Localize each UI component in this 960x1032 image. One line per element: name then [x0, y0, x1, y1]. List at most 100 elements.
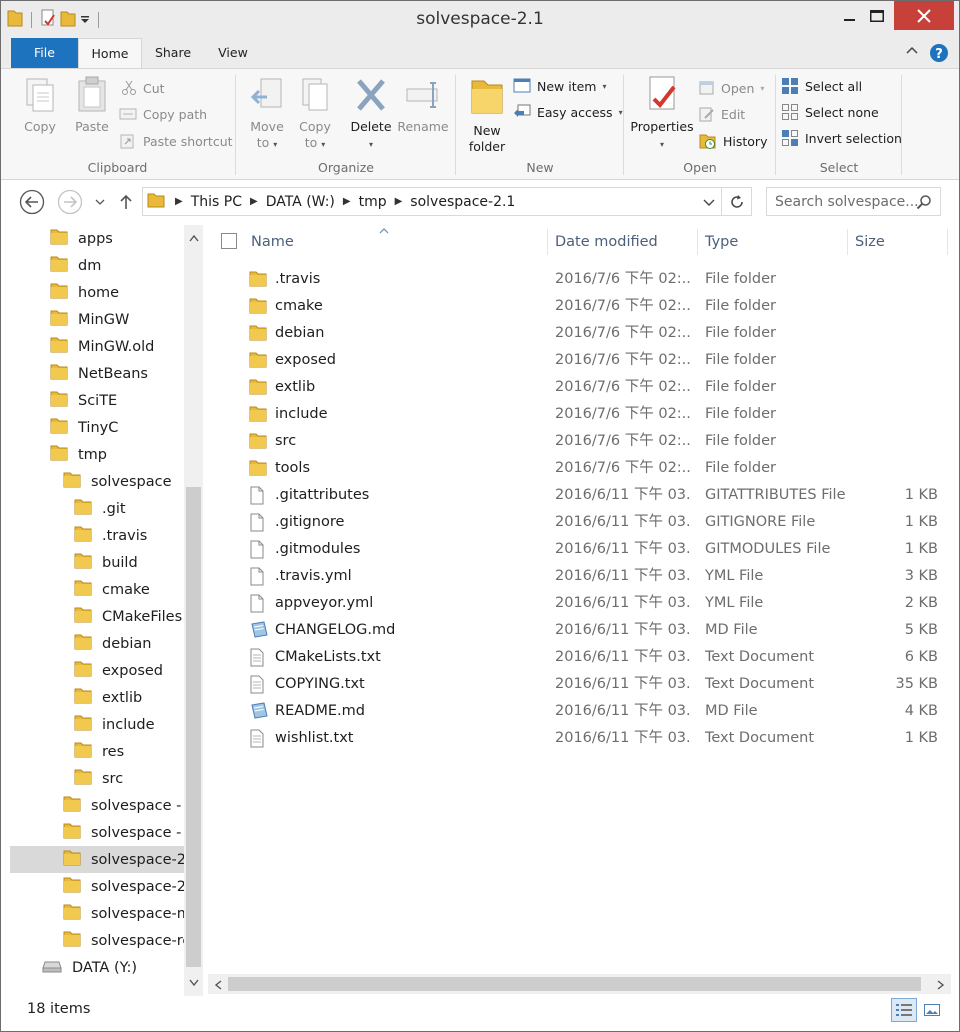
scroll-left-icon[interactable] — [214, 979, 222, 994]
tree-item[interactable]: TinyC — [10, 414, 184, 441]
column-header-name[interactable]: Name — [251, 225, 294, 259]
tree-item[interactable]: debian — [10, 630, 184, 657]
column-divider[interactable] — [697, 229, 698, 255]
breadcrumb-this-pc[interactable]: This PC — [185, 194, 248, 210]
file-row[interactable]: appveyor.yml 2016/6/11 下午 03... YML File 2 … — [211, 590, 951, 617]
tab-home[interactable]: Home — [78, 38, 142, 69]
refresh-button[interactable] — [722, 187, 752, 216]
file-row[interactable]: src 2016/7/6 下午 02:... File folder — [211, 428, 951, 455]
tree-item[interactable]: exposed — [10, 657, 184, 684]
paste-shortcut-button[interactable]: Paste shortcut — [119, 130, 233, 152]
back-button[interactable] — [19, 189, 45, 215]
tree-item[interactable]: solvespace-2.1 — [10, 846, 184, 873]
horizontal-scrollbar-thumb[interactable] — [228, 977, 921, 991]
address-history-icon[interactable] — [703, 196, 715, 212]
file-row[interactable]: cmake 2016/7/6 下午 02:... File folder — [211, 293, 951, 320]
tree-item[interactable]: build — [10, 549, 184, 576]
delete-button[interactable]: Delete ▾ — [343, 75, 399, 153]
breadcrumb-data-w[interactable]: DATA (W:) — [260, 194, 341, 210]
file-row[interactable]: include 2016/7/6 下午 02:... File folder — [211, 401, 951, 428]
paste-button[interactable]: Paste — [69, 75, 115, 135]
new-folder-button[interactable]: New folder — [461, 75, 513, 155]
copy-to-button[interactable]: Copy to ▾ — [289, 75, 341, 153]
address-bar[interactable]: ▶ This PC ▶ DATA (W:) ▶ tmp ▶ solvespace… — [142, 187, 722, 216]
tree-item[interactable]: dm — [10, 252, 184, 279]
file-row[interactable]: extlib 2016/7/6 下午 02:... File folder — [211, 374, 951, 401]
tree-item[interactable]: solvespace-rel — [10, 927, 184, 954]
tree-item[interactable]: solvespace-2.1 — [10, 873, 184, 900]
file-row[interactable]: .travis.yml 2016/6/11 下午 03... YML File 3 K… — [211, 563, 951, 590]
tree-item[interactable]: cmake — [10, 576, 184, 603]
close-button[interactable] — [894, 1, 954, 30]
tree-item[interactable]: src — [10, 765, 184, 792]
move-to-button[interactable]: Move to ▾ — [241, 75, 293, 153]
tree-item[interactable]: .travis — [10, 522, 184, 549]
column-header-date-modified[interactable]: Date modified — [555, 225, 658, 259]
file-list-horizontal-scrollbar[interactable] — [208, 974, 951, 994]
collapse-ribbon-icon[interactable] — [905, 44, 919, 62]
scroll-down-icon[interactable] — [189, 976, 199, 991]
tree-item[interactable]: extlib — [10, 684, 184, 711]
tree-item[interactable]: tmp — [10, 441, 184, 468]
tab-view[interactable]: View — [204, 38, 262, 68]
large-icons-view-button[interactable] — [919, 998, 945, 1022]
column-header-type[interactable]: Type — [705, 225, 738, 259]
tab-file[interactable]: File — [11, 38, 78, 68]
tree-item[interactable]: NetBeans — [10, 360, 184, 387]
file-row[interactable]: .travis 2016/7/6 下午 02:... File folder — [211, 266, 951, 293]
tree-item[interactable]: MinGW — [10, 306, 184, 333]
help-icon[interactable]: ? — [929, 43, 949, 67]
search-box[interactable]: Search solvespace... — [766, 187, 941, 216]
tree-item[interactable]: apps — [10, 225, 184, 252]
new-item-button[interactable]: New item ▾ — [513, 75, 607, 97]
column-divider[interactable] — [947, 229, 948, 255]
tree-scrollbar-thumb[interactable] — [186, 487, 201, 967]
file-row[interactable]: COPYING.txt 2016/6/11 下午 03... Text Docume… — [211, 671, 951, 698]
tree-item[interactable]: solvespace-ma — [10, 900, 184, 927]
details-view-button[interactable] — [891, 998, 917, 1022]
file-row[interactable]: debian 2016/7/6 下午 02:... File folder — [211, 320, 951, 347]
tree-item[interactable]: include — [10, 711, 184, 738]
file-row[interactable]: CMakeLists.txt 2016/6/11 下午 03... Text Doc… — [211, 644, 951, 671]
column-divider[interactable] — [847, 229, 848, 255]
cut-button[interactable]: Cut — [121, 77, 165, 99]
tree-item[interactable]: solvespace - o — [10, 819, 184, 846]
copy-path-button[interactable]: Copy path — [119, 103, 207, 125]
tree-item[interactable]: SciTE — [10, 387, 184, 414]
breadcrumb-tmp[interactable]: tmp — [353, 194, 393, 210]
scroll-right-icon[interactable] — [937, 979, 945, 994]
file-row[interactable]: exposed 2016/7/6 下午 02:... File folder — [211, 347, 951, 374]
search-input[interactable]: Search solvespace... — [775, 194, 919, 210]
invert-selection-button[interactable]: Invert selection — [781, 127, 902, 149]
select-all-checkbox[interactable] — [221, 233, 237, 253]
select-none-button[interactable]: Select none — [781, 101, 879, 123]
easy-access-button[interactable]: Easy access ▾ — [513, 101, 623, 123]
tree-item[interactable]: MinGW.old — [10, 333, 184, 360]
tree-item[interactable]: solvespace - b — [10, 792, 184, 819]
rename-button[interactable]: Rename — [395, 75, 451, 135]
file-row[interactable]: .gitignore 2016/6/11 下午 03... GITIGNORE Fi… — [211, 509, 951, 536]
recent-locations-button[interactable] — [87, 189, 113, 215]
tree-item[interactable]: solvespace — [10, 468, 184, 495]
file-row[interactable]: wishlist.txt 2016/6/11 下午 03... Text Docum… — [211, 725, 951, 752]
file-row[interactable]: .gitmodules 2016/6/11 下午 03... GITMODULES … — [211, 536, 951, 563]
column-header-size[interactable]: Size — [855, 225, 885, 259]
column-divider[interactable] — [547, 229, 548, 255]
tree-item[interactable]: home — [10, 279, 184, 306]
copy-button[interactable]: Copy — [17, 75, 63, 135]
history-button[interactable]: History — [699, 130, 767, 152]
properties-button[interactable]: Properties ▾ — [629, 75, 695, 153]
open-button[interactable]: Open ▾ — [699, 77, 764, 99]
edit-button[interactable]: Edit — [699, 103, 745, 125]
up-button[interactable] — [113, 189, 139, 215]
tree-item[interactable]: CMakeFiles — [10, 603, 184, 630]
file-row[interactable]: tools 2016/7/6 下午 02:... File folder — [211, 455, 951, 482]
forward-button[interactable] — [57, 189, 83, 215]
file-row[interactable]: .gitattributes 2016/6/11 下午 03... GITATTRI… — [211, 482, 951, 509]
file-row[interactable]: README.md 2016/6/11 下午 03... MD File 4 KB — [211, 698, 951, 725]
tab-share[interactable]: Share — [142, 38, 204, 68]
tree-item[interactable]: .git — [10, 495, 184, 522]
breadcrumb-solvespace-2-1[interactable]: solvespace-2.1 — [404, 194, 521, 210]
tree-item[interactable]: DATA (Y:) — [10, 954, 184, 981]
tree-item[interactable]: res — [10, 738, 184, 765]
